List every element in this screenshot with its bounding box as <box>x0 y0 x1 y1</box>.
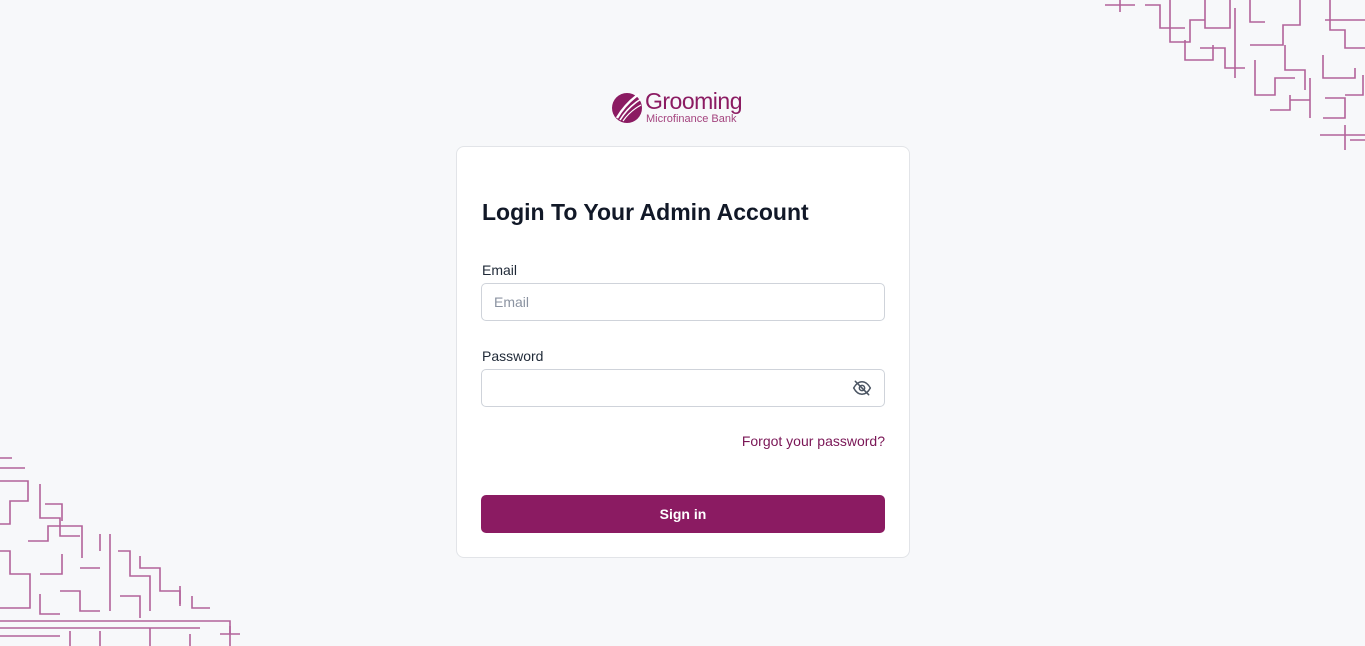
brand-name: Grooming <box>645 87 742 114</box>
decorative-pattern-bottom-left <box>0 457 240 646</box>
login-card: Login To Your Admin Account Email Passwo… <box>456 146 910 558</box>
brand-subtitle: Microfinance Bank <box>646 112 737 125</box>
sign-in-button[interactable]: Sign in <box>481 495 885 533</box>
login-page: Grooming Microfinance Bank Login To Your… <box>0 0 1365 646</box>
decorative-pattern-top-right <box>1105 0 1365 150</box>
password-label: Password <box>482 348 544 364</box>
brand-logo-text: Grooming Microfinance Bank <box>645 87 742 125</box>
eye-off-icon[interactable] <box>851 377 873 399</box>
brand-logo-icon <box>612 93 642 123</box>
email-label: Email <box>482 262 518 278</box>
password-field[interactable] <box>481 369 885 407</box>
email-field[interactable] <box>481 283 885 321</box>
brand-logo: Grooming Microfinance Bank <box>611 88 742 126</box>
page-title: Login To Your Admin Account <box>482 199 809 225</box>
forgot-password-link[interactable]: Forgot your password? <box>742 433 885 449</box>
